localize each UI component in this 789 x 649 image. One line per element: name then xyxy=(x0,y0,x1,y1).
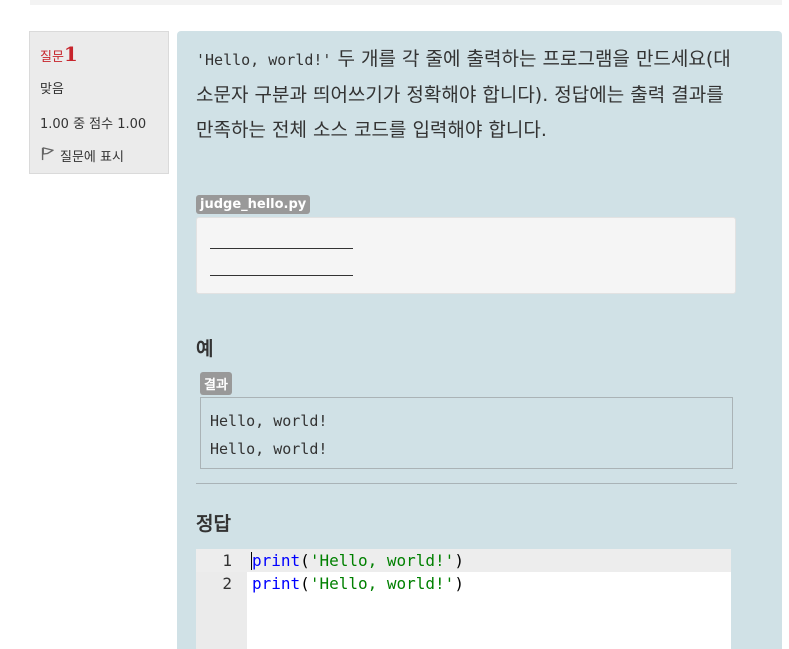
question-grade: 1.00 중 점수 1.00 xyxy=(40,117,147,132)
question-code-snippet: 'Hello, world!' xyxy=(196,51,332,69)
question-label: 질문 xyxy=(40,50,64,65)
judge-answer-box xyxy=(196,217,736,294)
judge-filename-badge: judge_hello.py xyxy=(196,195,311,214)
paren-token: ( xyxy=(300,551,310,570)
code-editor[interactable]: 1 print('Hello, world!') 2 print('Hello,… xyxy=(196,549,731,649)
paren-token: ) xyxy=(454,551,464,570)
question-number: 질문1 xyxy=(40,42,78,66)
output-line: Hello, world! xyxy=(210,440,328,458)
question-number-value: 1 xyxy=(63,42,78,66)
question-info-panel: 질문1 맞음 1.00 중 점수 1.00 질문에 표시 xyxy=(29,31,169,174)
paren-token: ) xyxy=(454,574,464,593)
code-line[interactable]: 2 print('Hello, world!') xyxy=(196,572,731,595)
answer-heading: 정답 xyxy=(196,513,231,535)
output-line: Hello, world! xyxy=(210,412,328,430)
line-number: 1 xyxy=(222,551,232,570)
code-line[interactable]: 1 print('Hello, world!') xyxy=(196,549,731,572)
paren-token: ( xyxy=(300,574,310,593)
flag-icon xyxy=(40,146,55,165)
string-token: 'Hello, world!' xyxy=(309,574,455,593)
result-badge: 결과 xyxy=(200,372,232,395)
string-token: 'Hello, world!' xyxy=(309,551,455,570)
keyword-token: print xyxy=(252,551,301,570)
blank-line xyxy=(210,248,353,249)
question-text: 'Hello, world!' 두 개를 각 줄에 출력하는 프로그램을 만드세… xyxy=(196,42,746,148)
line-number: 2 xyxy=(222,574,232,593)
top-bar xyxy=(30,0,782,5)
example-heading: 예 xyxy=(196,338,214,360)
flag-question-link[interactable]: 질문에 표시 xyxy=(40,146,124,165)
blank-line xyxy=(210,275,353,276)
text-cursor xyxy=(251,552,252,570)
question-state: 맞음 xyxy=(40,82,64,97)
question-content: 'Hello, world!' 두 개를 각 줄에 출력하는 프로그램을 만드세… xyxy=(177,31,782,649)
example-output-box: Hello, world! Hello, world! xyxy=(200,397,733,469)
flag-label: 질문에 표시 xyxy=(60,150,124,165)
divider xyxy=(196,483,737,484)
keyword-token: print xyxy=(252,574,301,593)
